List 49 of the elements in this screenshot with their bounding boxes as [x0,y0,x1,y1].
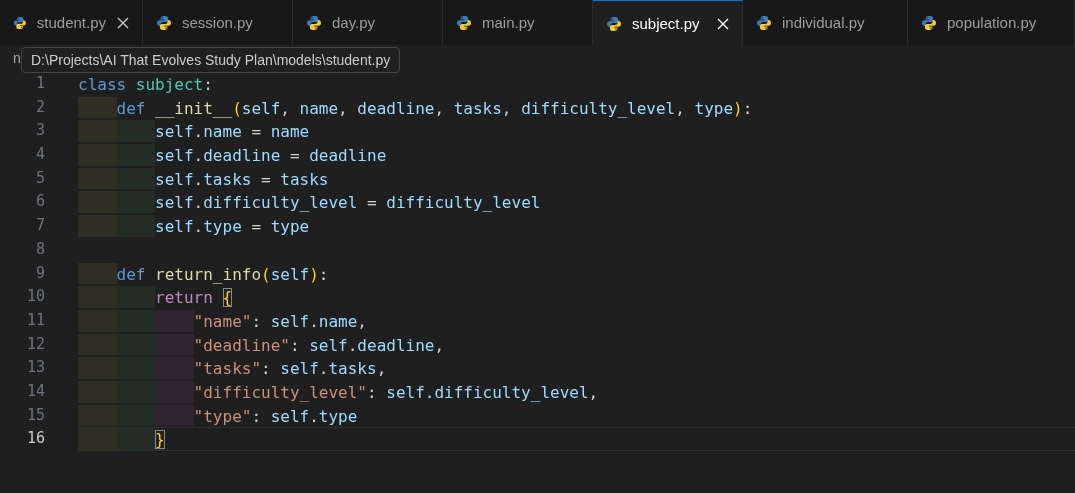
code-line: "name": self.name, [193,310,367,332]
python-icon [13,14,27,31]
line-number: 7 [34,215,45,237]
line-number: 3 [34,120,45,142]
editor-tab[interactable]: population.py [908,0,1075,45]
python-icon [921,14,937,31]
path-tooltip: D:\Projects\AI That Evolves Study Plan\models\student.py [21,47,401,73]
code-line: self.deadline = deadline [155,145,387,166]
python-icon [156,14,172,31]
code-line: self.type = type [155,216,310,237]
line-number: 8 [34,238,45,260]
code-line: "difficulty_level": self.difficulty_level, [193,381,599,403]
python-icon [606,15,622,32]
editor-tab[interactable]: individual.py [743,0,908,45]
code-line: "type": self.type [193,405,358,427]
code-line: def __init__(self, name, deadline, tasks, difficulty_level, type): [116,97,753,119]
python-icon [456,14,472,31]
line-number: 6 [34,191,45,213]
line-number: 13 [25,357,45,379]
code-line: class subject: [78,74,213,95]
line-number: 10 [25,286,45,308]
close-icon[interactable] [116,15,130,30]
code-line: return { [155,287,233,308]
line-number: 11 [25,309,45,331]
code-line: self.difficulty_level = difficulty_level [155,192,541,214]
line-number: 2 [34,96,45,118]
code-line: "tasks": self.tasks, [193,358,387,379]
line-number: 15 [25,404,45,426]
python-icon [306,14,322,31]
line-number: 5 [34,167,45,189]
code-line: self.name = name [155,121,310,143]
editor-tab[interactable]: main.py [443,0,593,45]
editor-tab[interactable]: day.py [293,0,443,45]
line-number: 12 [25,333,45,355]
code-line: } [155,429,165,450]
indent-guide [116,428,156,450]
editor-tab[interactable]: session.py [143,0,293,45]
line-number: 9 [34,262,45,284]
code-line: "deadline": self.deadline, [193,334,445,356]
line-number: 4 [34,144,45,166]
line-number: 1 [34,73,45,94]
editor-tab[interactable]: subject.py [593,0,743,46]
code-line: def return_info(self): [116,263,329,285]
code-line: self.tasks = tasks [155,168,329,190]
line-number: 14 [25,380,45,402]
line-number: 16 [25,428,45,450]
python-icon [756,14,772,31]
breadcrumb-text[interactable]: n [13,50,21,66]
editor-tab[interactable]: student.py [0,0,143,45]
